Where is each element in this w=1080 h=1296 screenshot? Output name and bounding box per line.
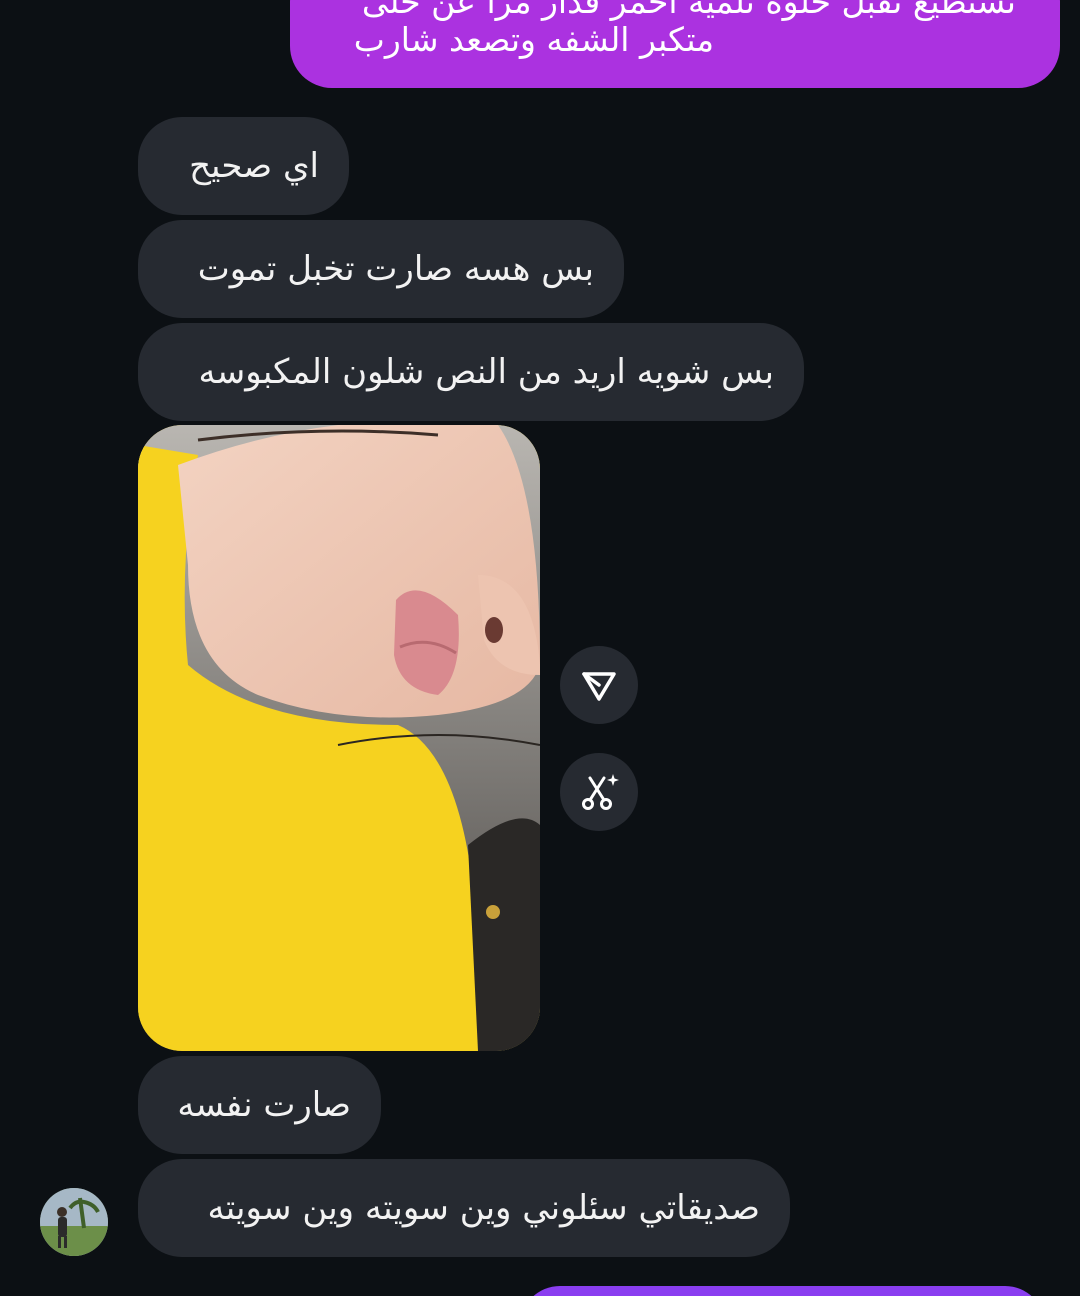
message-text: صارت نفسه: [177, 1085, 351, 1125]
sender-avatar[interactable]: [40, 1188, 108, 1256]
share-button[interactable]: [560, 646, 638, 724]
received-message-4[interactable]: صارت نفسه: [138, 1056, 381, 1154]
message-text: بس شويه اريد من النص شلون المكبوسه: [198, 352, 774, 392]
chat-screen: تستطيع تقبل خلوه نلميه احمر قدار مرا عن …: [0, 0, 1080, 1296]
sent-message-line-partial: تستطيع تقبل خلوه نلميه احمر قدار مرا عن …: [361, 0, 1016, 21]
sent-message-bubble[interactable]: تستطيع تقبل خلوه نلميه احمر قدار مرا عن …: [290, 0, 1060, 88]
send-icon: [582, 672, 616, 701]
message-text: اي صحيح: [189, 146, 319, 186]
photo-image: [138, 425, 540, 1051]
sent-message-line-2: متكبر الشفه وتصعد شارب: [353, 20, 714, 59]
next-sent-message-bubble[interactable]: [520, 1286, 1045, 1296]
message-text: صديقاتي سئلوني وين سويته وين سويته: [207, 1188, 760, 1228]
photo-message[interactable]: [138, 425, 540, 1051]
received-message-1[interactable]: اي صحيح: [138, 117, 349, 215]
received-message-2[interactable]: بس هسه صارت تخبل تموت: [138, 220, 624, 318]
edit-button[interactable]: [560, 753, 638, 831]
received-message-3[interactable]: بس شويه اريد من النص شلون المكبوسه: [138, 323, 804, 421]
avatar-photo: [40, 1188, 108, 1256]
received-message-5[interactable]: صديقاتي سئلوني وين سويته وين سويته: [138, 1159, 790, 1257]
sparkle-scissors-icon: [582, 774, 619, 810]
message-text: بس هسه صارت تخبل تموت: [197, 249, 594, 289]
